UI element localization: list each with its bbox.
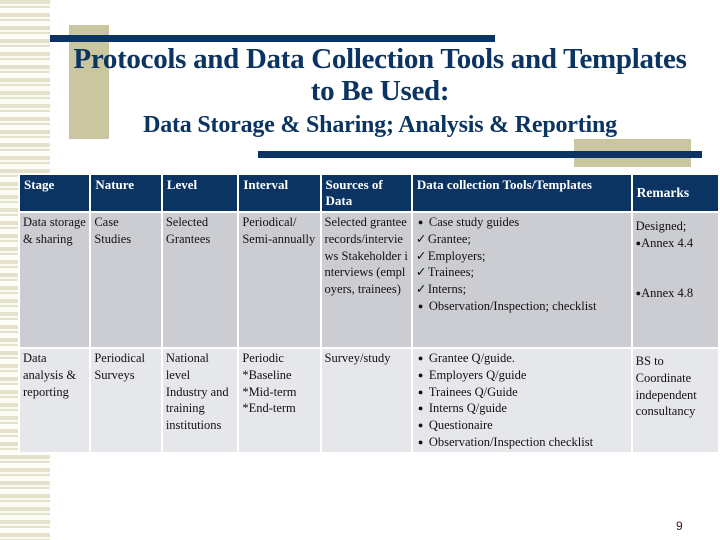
bullet-icon: ● [417,300,424,311]
check-icon: ✓ [415,282,427,297]
header-tools: Data collection Tools/Templates [412,175,631,211]
remark-bullet: ●Annex 4.4 [635,235,694,250]
cell-level: Selected Grantees [162,213,238,347]
decorative-navy-line-bottom [258,151,702,158]
header-remarks: Remarks [632,175,718,211]
header-interval: Interval [239,175,320,211]
header-level: Level [162,175,238,211]
cell-sources: Selected grantee records/interviews Stak… [321,213,411,347]
list-item: ● Employers Q/guide [417,367,527,382]
check-icon: ✓ [415,265,427,280]
cell-stage: Data storage & sharing [20,213,90,347]
slide-subtitle: Data Storage & Sharing; Analysis & Repor… [143,112,617,138]
list-item: ✓ Interns; [415,282,467,297]
cell-tools: ● Grantee Q/guide. ● Employers Q/guide ● Tr… [412,349,631,452]
remark-text: Designed; [635,219,687,233]
tools-list: ● Case study guides ✓ Grantee; ✓ Employers;… [416,214,628,315]
slide-title: Protocols and Data Collection Tools and … [73,43,687,107]
cell-level: National level Industry and training ins… [162,349,238,452]
list-item: ● Trainees Q/Guide [417,384,518,399]
check-icon: ✓ [415,248,427,263]
cell-nature: Periodical Surveys [91,349,161,452]
list-item: ● Observation/Inspection checklist [417,434,594,449]
check-icon: ✓ [415,231,427,246]
tools-list: ● Grantee Q/guide. ● Employers Q/guide ● Tr… [416,350,628,451]
header-nature: Nature [91,175,161,211]
header-stage: Stage [20,175,90,211]
bullet-icon: ● [417,403,424,414]
table-header-row: Stage Nature Level Interval Sources of D… [20,175,718,211]
table-row: Data storage & sharing Case Studies Sele… [20,213,718,347]
cell-interval: Periodic *Baseline *Mid-term *End-term [239,349,320,452]
table-row: Data analysis & reporting Periodical Sur… [20,349,718,452]
list-item: ● Grantee Q/guide. [417,351,515,365]
list-item: ● Observation/Inspection; checklist [417,298,597,313]
header-sources: Sources of Data [321,175,411,211]
cell-sources: Survey/study [321,349,411,452]
cell-remarks: BS to Coordinate independent consultancy [632,349,718,452]
cell-interval: Periodical/ Semi-annually [239,213,320,347]
bullet-icon: ● [417,420,424,431]
list-item: ✓ Employers; [415,248,486,263]
bullet-icon: ● [417,369,424,380]
protocols-table: Stage Nature Level Interval Sources of D… [18,173,720,454]
list-item: ● Case study guides [417,215,520,229]
bullet-icon: ● [417,386,424,397]
list-item: ✓ Trainees; [415,265,474,280]
list-item: ● Interns Q/guide [417,401,507,416]
list-item: ✓ Grantee; [415,231,471,246]
list-item: ● Questionaire [417,418,493,433]
cell-remarks: Designed; ●Annex 4.4 ●Annex 4.8 [632,213,718,347]
decorative-navy-line-top [50,35,495,42]
remark-bullet: ●Annex 4.8 [635,285,694,300]
bullet-icon: ● [417,217,424,227]
cell-nature: Case Studies [91,213,161,347]
cell-tools: ● Case study guides ✓ Grantee; ✓ Employers;… [412,213,631,347]
cell-stage: Data analysis & reporting [20,349,90,452]
page-number: 9 [676,519,683,533]
bullet-icon: ● [417,353,424,363]
remark-text: BS to Coordinate independent consultancy [635,354,697,419]
bullet-icon: ● [417,436,424,447]
